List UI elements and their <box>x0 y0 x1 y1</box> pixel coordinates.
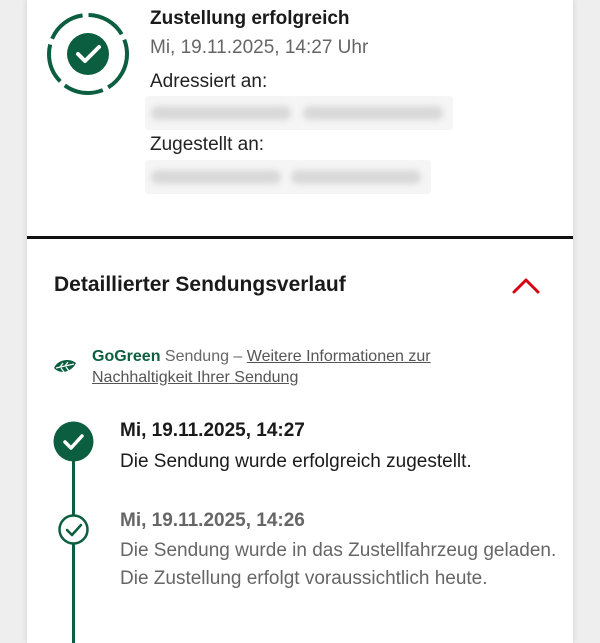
event-date: Mi, 19.11.2025, 14:26 <box>120 510 305 531</box>
addressed-label: Adressiert an: <box>150 71 268 92</box>
section-divider <box>27 236 573 239</box>
redacted-address <box>145 96 453 130</box>
redacted-recipient <box>145 160 431 194</box>
shipment-card: Zustellung erfolgreich Mi, 19.11.2025, 1… <box>27 0 573 643</box>
event-date: Mi, 19.11.2025, 14:27 <box>120 420 305 441</box>
gogreen-info: GoGreen Sendung – Weitere Informationen … <box>92 346 512 388</box>
check-circle-icon <box>47 13 129 95</box>
status-datetime: Mi, 19.11.2025, 14:27 Uhr <box>150 37 369 58</box>
check-outline-icon <box>58 514 89 545</box>
check-filled-icon <box>53 421 94 462</box>
history-title: Detaillierter Sendungsverlauf <box>54 273 346 296</box>
chevron-up-icon[interactable] <box>511 275 541 295</box>
event-text: Die Sendung wurde in das Zustellfahrzeug… <box>120 540 557 589</box>
gogreen-brand: GoGreen <box>92 348 161 365</box>
gogreen-text: Sendung – <box>164 348 243 365</box>
status-title: Zustellung erfolgreich <box>150 8 350 29</box>
leaf-icon <box>54 360 76 373</box>
delivered-label: Zugestellt an: <box>150 134 265 155</box>
event-text: Die Sendung wurde erfolgreich zugestellt… <box>120 451 472 472</box>
